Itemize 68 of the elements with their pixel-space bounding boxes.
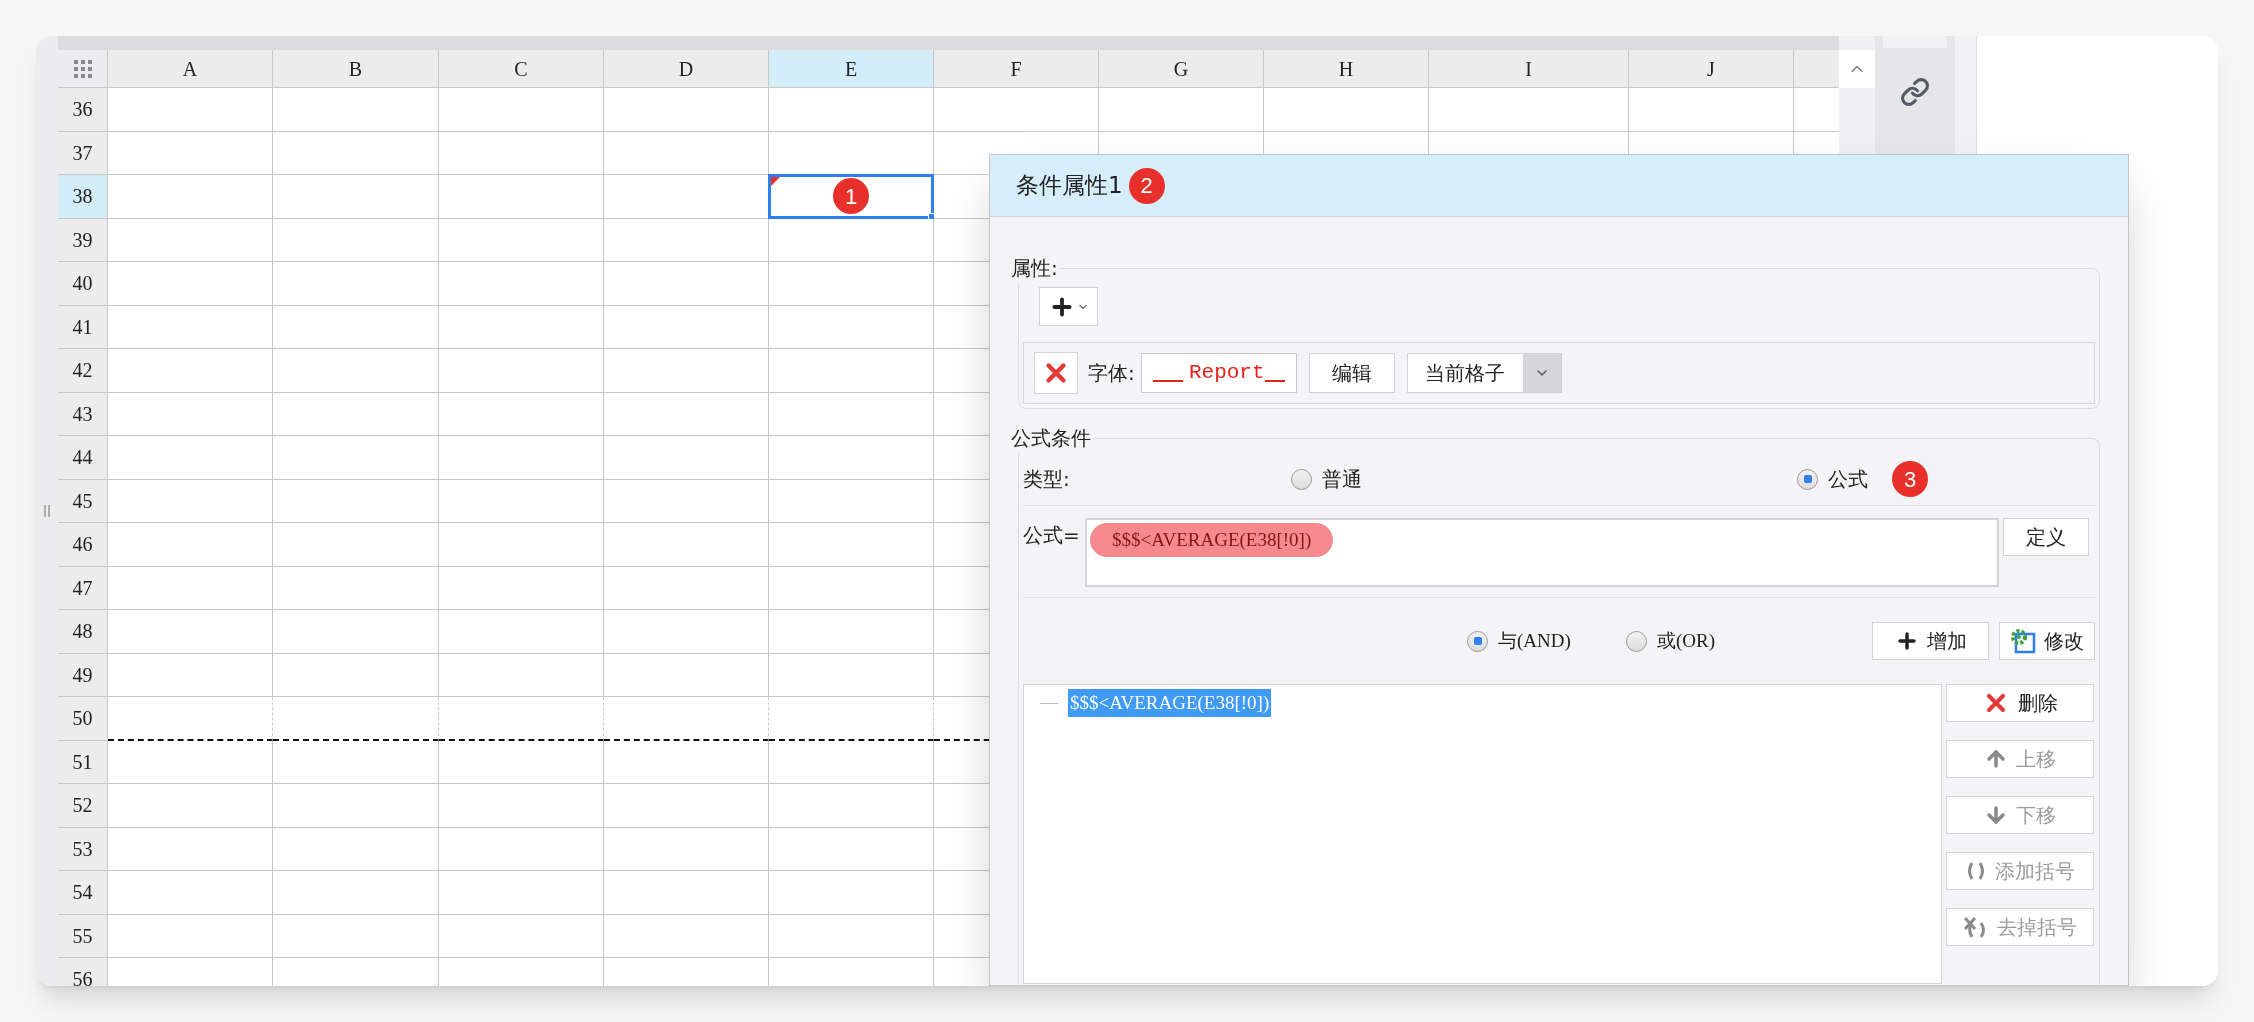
row-header[interactable]: 52: [58, 784, 108, 828]
row-header[interactable]: 56: [58, 958, 108, 986]
column-header: [1794, 50, 1839, 88]
radio-label: 与(AND): [1498, 628, 1571, 653]
gear-icon: [2010, 628, 2036, 654]
row-header[interactable]: 38: [58, 175, 108, 219]
radio-label: 普通: [1322, 466, 1362, 493]
column-header[interactable]: J: [1629, 50, 1794, 88]
row-header[interactable]: 54: [58, 871, 108, 915]
row-header[interactable]: 39: [58, 218, 108, 262]
row-header[interactable]: 43: [58, 392, 108, 436]
type-label: 类型:: [1023, 466, 1071, 493]
font-label: 字体:: [1088, 360, 1135, 387]
column-header[interactable]: G: [1099, 50, 1264, 88]
number-badge: 1: [833, 178, 869, 215]
row-header[interactable]: 55: [58, 914, 108, 958]
formula-field[interactable]: $$$<AVERAGE(E38[!0]): [1085, 518, 1999, 587]
row-header[interactable]: 46: [58, 523, 108, 567]
edit-button[interactable]: 编辑: [1308, 353, 1395, 393]
row-header[interactable]: 36: [58, 88, 108, 132]
column-header[interactable]: B: [273, 50, 439, 88]
row-header[interactable]: 53: [58, 827, 108, 871]
column-header[interactable]: F: [934, 50, 1099, 88]
radio-label: 或(OR): [1657, 628, 1716, 653]
group-title: 属性:: [1010, 255, 1059, 282]
modify-button[interactable]: 修改: [1999, 622, 2095, 660]
grid-icon: [73, 59, 92, 78]
column-header[interactable]: A: [108, 50, 273, 88]
radio-button[interactable]: [1797, 468, 1818, 490]
formula-label: 公式=: [1023, 522, 1081, 549]
radio-button[interactable]: [1467, 630, 1488, 652]
row-header[interactable]: 40: [58, 262, 108, 306]
radio-label: 公式: [1828, 466, 1868, 493]
row-header[interactable]: 48: [58, 610, 108, 654]
define-button[interactable]: 定义: [2003, 518, 2089, 556]
dialog-title: 条件属性1: [1016, 171, 1123, 201]
side-button[interactable]: 删除: [1946, 684, 2094, 722]
number-badge: 3: [1892, 461, 1928, 497]
remove-attribute-button[interactable]: [1034, 352, 1078, 394]
link-icon: [1900, 77, 1930, 107]
row-header[interactable]: 42: [58, 349, 108, 393]
row-header[interactable]: 45: [58, 479, 108, 523]
add-button[interactable]: 增加: [1872, 622, 1989, 660]
row-header[interactable]: 49: [58, 653, 108, 697]
corner-mark-icon: [771, 177, 780, 186]
brackets-icon: [1965, 860, 1987, 882]
add-attribute-button[interactable]: [1039, 287, 1098, 326]
row-header[interactable]: 44: [58, 436, 108, 480]
column-header[interactable]: C: [439, 50, 604, 88]
row-header[interactable]: 47: [58, 566, 108, 610]
select-all-corner[interactable]: [58, 50, 108, 88]
row-header[interactable]: 51: [58, 740, 108, 784]
row-header[interactable]: 37: [58, 131, 108, 175]
drag-handle-icon: [44, 505, 50, 517]
formula-text: $$$<AVERAGE(E38[!0]): [1090, 523, 1334, 557]
row-header[interactable]: 41: [58, 305, 108, 349]
column-header[interactable]: H: [1264, 50, 1429, 88]
scope-dropdown[interactable]: 当前格子: [1406, 353, 1562, 393]
font-preview: Report: [1140, 353, 1297, 393]
radio-button[interactable]: [1291, 468, 1312, 490]
arrow-down-icon: [1984, 803, 2008, 827]
group-title: 公式条件: [1010, 425, 1092, 452]
column-header[interactable]: D: [604, 50, 769, 88]
number-badge: 2: [1128, 167, 1165, 204]
radio-button[interactable]: [1626, 630, 1647, 652]
column-header[interactable]: E: [769, 50, 934, 88]
row-header[interactable]: 50: [58, 697, 108, 741]
column-header[interactable]: I: [1429, 50, 1629, 88]
